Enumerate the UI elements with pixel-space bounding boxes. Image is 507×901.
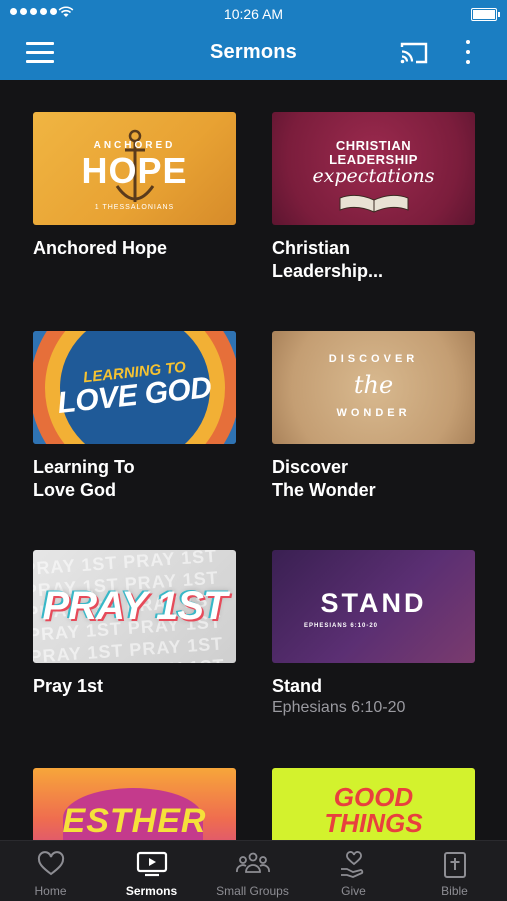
sermon-title: Anchored Hope <box>33 237 236 260</box>
sermon-card-discover-the-wonder[interactable]: DISCOVER the WONDER Discover The Wonder <box>272 331 475 502</box>
sermon-card-christian-leadership[interactable]: CHRISTIAN LEADERSHIP expectations Christ… <box>272 112 475 283</box>
sermon-title: Learning To Love God <box>33 456 236 502</box>
thumbnail-text: the <box>353 371 394 399</box>
thumbnail-text: ESTHER <box>62 802 207 840</box>
thumbnail-text: STAND <box>320 588 427 618</box>
tab-bible[interactable]: Bible <box>404 841 505 901</box>
sermon-card-anchored-hope[interactable]: ANCHORED HOPE 1 THESSALONIANS Anchored H… <box>33 112 236 260</box>
sermon-title-line: Christian <box>272 238 351 258</box>
tab-label: Sermons <box>125 884 178 898</box>
page-title: Sermons <box>210 41 297 63</box>
heart-icon <box>37 851 64 876</box>
sermon-thumbnail: LEARNING TO LOVE GOD <box>33 331 236 444</box>
sermon-thumbnail: ESTHER <box>33 768 236 840</box>
more-options-icon[interactable] <box>464 40 472 70</box>
sermon-thumbnail: GOOD THINGS <box>272 768 475 840</box>
sermon-card-learning-to-love-god[interactable]: LEARNING TO LOVE GOD Learning To Love Go… <box>33 331 236 502</box>
sermon-title-line: Discover <box>272 457 349 477</box>
sermon-title-line: Learning To <box>33 457 135 477</box>
sermon-title: Stand <box>272 675 475 698</box>
tab-label: Give <box>341 884 366 898</box>
tab-label: Bible <box>441 884 468 898</box>
sermon-grid: ANCHORED HOPE 1 THESSALONIANS Anchored H… <box>0 80 507 840</box>
thumbnail-text: THINGS <box>324 808 423 838</box>
sermon-thumbnail: STAND EPHESIANS 6:10-20 <box>272 550 475 663</box>
sermon-card-esther[interactable]: ESTHER <box>33 768 236 840</box>
sermon-card-stand[interactable]: STAND EPHESIANS 6:10-20 Stand Ephesians … <box>272 550 475 717</box>
sermon-title-line: The Wonder <box>272 480 376 500</box>
open-book-icon <box>339 194 409 213</box>
thumbnail-text: EPHESIANS 6:10-20 <box>304 623 379 629</box>
sermon-title-line: Leadership... <box>272 261 384 281</box>
sermon-title-line: Anchored Hope <box>33 238 168 258</box>
tv-play-icon <box>136 851 167 877</box>
people-icon <box>235 852 270 873</box>
thumbnail-text: WONDER <box>336 407 411 419</box>
battery-icon <box>471 8 500 21</box>
thumbnail-text: HOPE <box>81 150 188 191</box>
sermon-title: Discover The Wonder <box>272 456 475 502</box>
thumbnail-text: expectations <box>312 165 435 187</box>
cast-icon[interactable] <box>399 41 429 65</box>
sermon-card-good-things[interactable]: GOOD THINGS <box>272 768 475 840</box>
tab-sermons[interactable]: Sermons <box>101 841 202 901</box>
thumbnail-text: DISCOVER <box>328 353 419 365</box>
sermon-title-line: Love God <box>33 480 117 500</box>
sermon-title-line: Stand <box>272 676 323 696</box>
app-bar: Sermons <box>0 28 507 80</box>
tab-small-groups[interactable]: Small Groups <box>202 841 303 901</box>
thumbnail-text: CHRISTIAN <box>335 138 412 153</box>
status-time: 10:26 AM <box>223 6 284 22</box>
sermon-thumbnail: ANCHORED HOPE 1 THESSALONIANS <box>33 112 236 225</box>
sermon-card-pray-1st[interactable]: PRAY 1ST PRAY 1ST PRAY 1ST PRAY 1ST PRAY… <box>33 550 236 698</box>
tab-give[interactable]: Give <box>303 841 404 901</box>
sermon-title-line: Pray 1st <box>33 676 104 696</box>
thumbnail-text: 1 THESSALONIANS <box>94 204 175 211</box>
tab-label: Home <box>34 884 67 898</box>
hand-heart-icon <box>340 851 363 878</box>
tab-label: Small Groups <box>216 884 289 898</box>
bottom-tab-bar: Home Sermons Small Groups Give Bible <box>0 840 507 901</box>
sermon-subtitle: Ephesians 6:10-20 <box>272 699 406 716</box>
sermon-thumbnail: CHRISTIAN LEADERSHIP expectations <box>272 112 475 225</box>
tab-home[interactable]: Home <box>0 841 101 901</box>
bible-icon <box>443 852 466 878</box>
thumbnail-text: PRAY 1ST <box>42 584 228 628</box>
sermon-title: Pray 1st <box>33 675 236 698</box>
sermon-title: Christian Leadership... <box>272 237 475 283</box>
status-bar: 10:26 AM <box>0 0 507 28</box>
sermon-thumbnail: DISCOVER the WONDER <box>272 331 475 444</box>
sermon-thumbnail: PRAY 1ST PRAY 1ST PRAY 1ST PRAY 1ST PRAY… <box>33 550 236 663</box>
